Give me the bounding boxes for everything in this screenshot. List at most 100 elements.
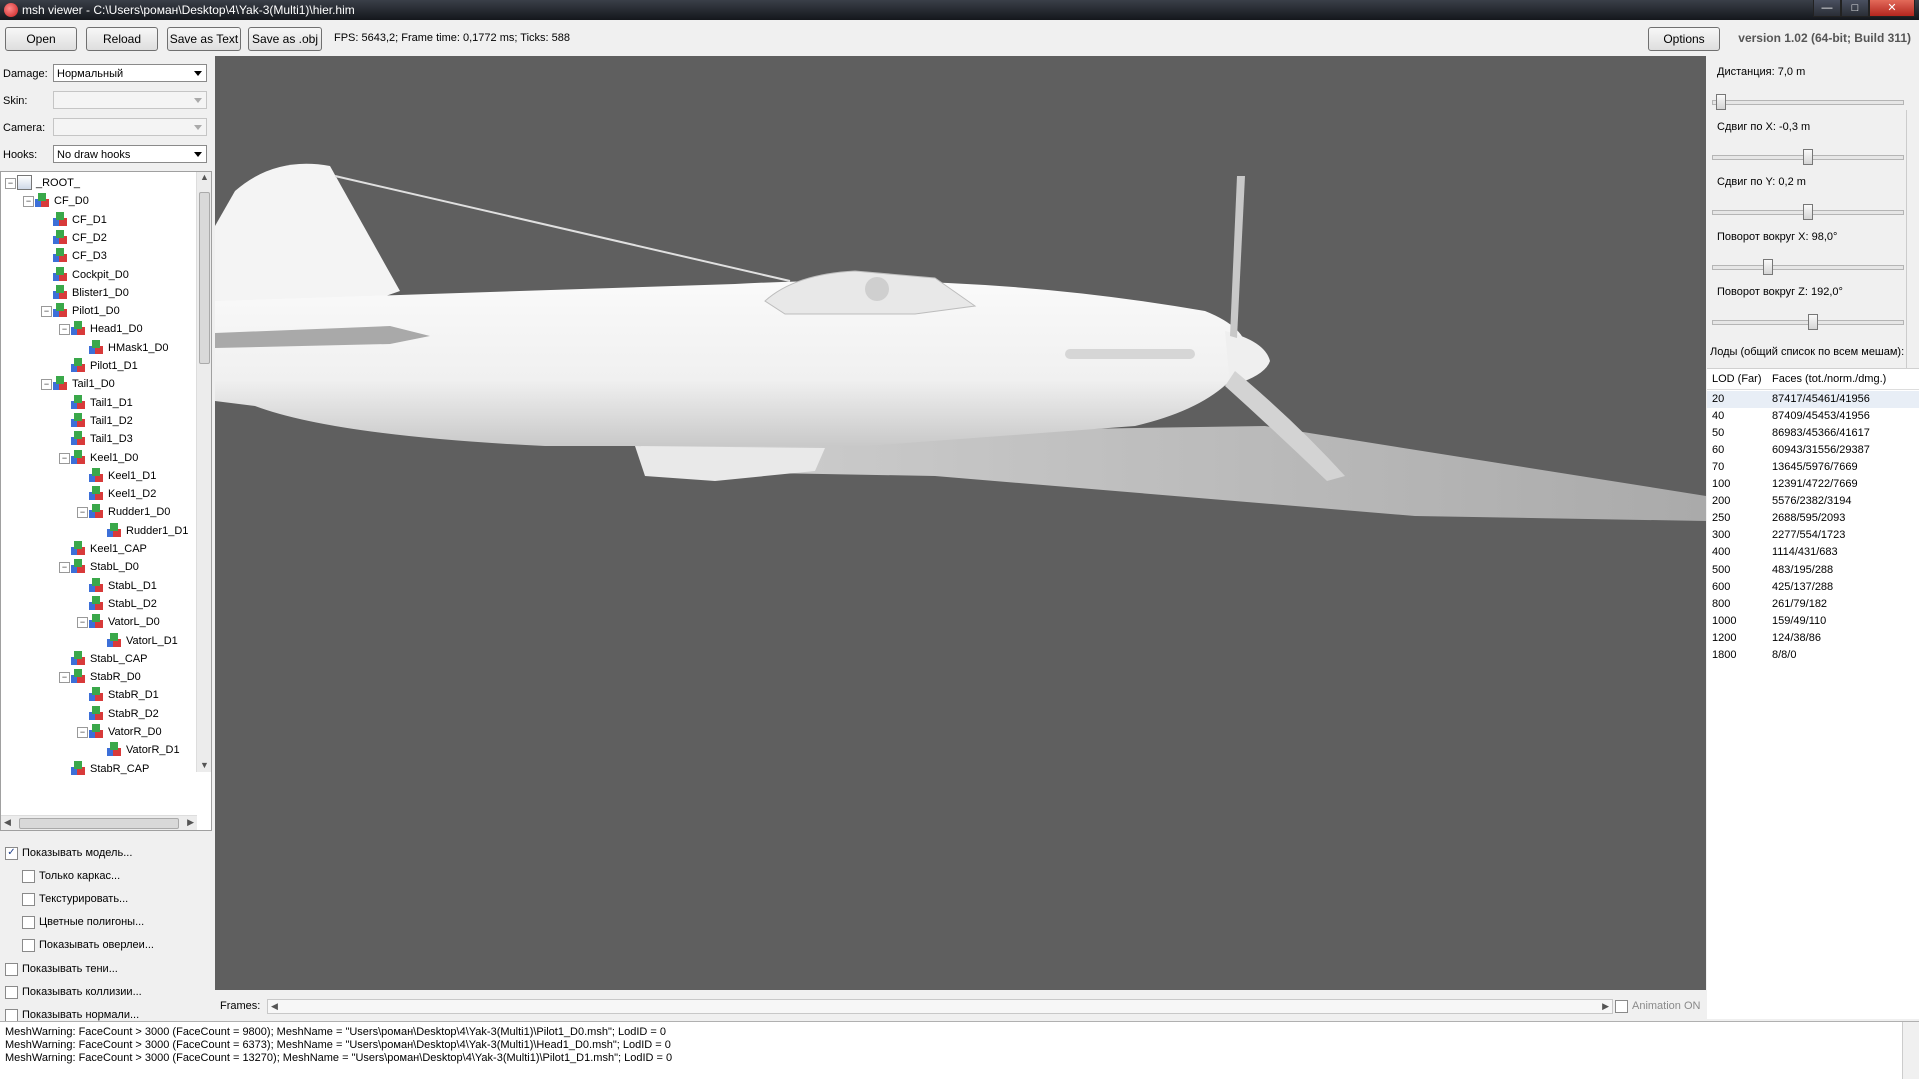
tree-hscroll-thumb[interactable] <box>19 818 179 829</box>
expand-collapse-icon[interactable]: − <box>23 196 34 208</box>
checkbox-box[interactable] <box>5 1008 18 1022</box>
expand-collapse-icon[interactable]: − <box>5 178 16 189</box>
tree-node-label: Pilot1_D0 <box>72 305 120 318</box>
camera-label: Camera: <box>3 122 46 134</box>
tree-horizontal-scrollbar[interactable]: ◀ ▶ <box>1 815 197 830</box>
table-row[interactable]: 1000 159/49/110 <box>1707 613 1919 630</box>
param-value: 7,0 m <box>1777 66 1806 78</box>
table-row[interactable]: 600 425/137/288 <box>1707 579 1919 596</box>
param-slider[interactable] <box>1712 149 1904 165</box>
slider-handle[interactable] <box>1803 204 1813 220</box>
params-scrollbar[interactable] <box>1906 110 1917 390</box>
table-row[interactable]: 500 483/195/288 <box>1707 562 1919 579</box>
camera-select[interactable] <box>53 118 207 136</box>
faces-column-header[interactable]: Faces (tot./norm./dmg.) <box>1772 373 1886 385</box>
chevron-down-icon <box>194 125 202 130</box>
3d-viewport[interactable] <box>215 56 1706 990</box>
param-slider[interactable] <box>1712 314 1904 330</box>
table-row[interactable]: 1800 8/8/0 <box>1707 647 1919 664</box>
table-row[interactable]: 50 86983/45366/41617 <box>1707 425 1919 442</box>
tree-vertical-scrollbar[interactable]: ▲ ▼ <box>196 172 211 772</box>
reload-button[interactable]: Reload <box>86 27 158 51</box>
param-slider[interactable] <box>1712 204 1904 220</box>
table-row[interactable]: 200 5576/2382/3194 <box>1707 493 1919 510</box>
scroll-left-icon[interactable]: ◀ <box>4 817 11 828</box>
tree-node-label: VatorL_D1 <box>126 634 178 647</box>
lod-cell: 1000 <box>1712 614 1737 627</box>
tree-scroll-thumb[interactable] <box>199 192 210 364</box>
table-row[interactable]: 20 87417/45461/41956 <box>1707 391 1919 408</box>
skin-select[interactable] <box>53 91 207 109</box>
lod-cell: 1800 <box>1712 648 1737 661</box>
expand-collapse-icon[interactable]: − <box>77 507 88 519</box>
param-slider[interactable] <box>1712 94 1904 110</box>
table-row[interactable]: 40 87409/45453/41956 <box>1707 408 1919 425</box>
checkbox-box[interactable] <box>5 985 18 999</box>
table-row[interactable]: 1200 124/38/86 <box>1707 630 1919 647</box>
mesh-hierarchy-tree[interactable]: ▲ ▼ ◀ ▶ − _ROOT_ − CF_D0 CF_D1 CF_D2 CF_D3 Cock… <box>0 171 212 831</box>
animation-checkbox[interactable] <box>1615 1000 1628 1013</box>
close-icon[interactable]: ✕ <box>1869 0 1915 17</box>
scroll-up-icon[interactable]: ▲ <box>200 172 209 182</box>
table-row[interactable]: 100 12391/4722/7669 <box>1707 476 1919 493</box>
lod-cell: 40 <box>1712 410 1725 423</box>
lod-table[interactable]: LOD (Far) Faces (tot./norm./dmg.) 20 8741… <box>1707 368 1919 1019</box>
tree-node-label: VatorL_D0 <box>108 616 160 629</box>
minimize-icon[interactable]: — <box>1813 0 1841 17</box>
checkbox-box[interactable] <box>5 962 18 976</box>
lod-column-header[interactable]: LOD (Far) <box>1712 373 1762 385</box>
mesh-cubes-icon <box>53 229 68 245</box>
faces-cell: 87409/45453/41956 <box>1772 410 1870 423</box>
lod-cell: 250 <box>1712 512 1731 525</box>
faces-cell: 261/79/182 <box>1772 597 1828 610</box>
mesh-cubes-icon <box>71 358 86 373</box>
expand-collapse-icon[interactable]: − <box>41 379 52 391</box>
lod-table-header: LOD (Far) Faces (tot./norm./dmg.) <box>1707 369 1919 390</box>
checkbox-box[interactable] <box>22 893 35 907</box>
expand-collapse-icon[interactable]: − <box>41 306 52 318</box>
slider-handle[interactable] <box>1808 314 1818 330</box>
open-button[interactable]: Open <box>5 27 77 51</box>
scroll-right-icon[interactable]: ▶ <box>187 817 194 828</box>
checkbox-box[interactable] <box>22 870 35 884</box>
table-row[interactable]: 400 1114/431/683 <box>1707 544 1919 561</box>
slider-handle[interactable] <box>1803 149 1813 165</box>
checkmark-icon[interactable]: ✓ <box>5 847 18 860</box>
param-slider[interactable] <box>1712 259 1904 275</box>
checkbox-box[interactable] <box>22 939 35 953</box>
tree-node-label: CF_D2 <box>72 231 107 244</box>
scroll-down-icon[interactable]: ▼ <box>200 760 209 770</box>
scroll-left-icon[interactable]: ◀ <box>271 1001 278 1012</box>
table-row[interactable]: 300 2277/554/1723 <box>1707 527 1919 544</box>
param-label: Сдвиг по Y: <box>1717 176 1776 188</box>
hooks-select[interactable]: No draw hooks <box>53 145 207 163</box>
table-row[interactable]: 60 60943/31556/29387 <box>1707 442 1919 459</box>
expand-collapse-icon[interactable]: − <box>59 562 70 574</box>
checkbox-box[interactable] <box>22 916 35 930</box>
scroll-right-icon[interactable]: ▶ <box>1602 1001 1609 1012</box>
options-button[interactable]: Options <box>1648 27 1720 51</box>
maximize-icon[interactable]: □ <box>1841 0 1869 17</box>
table-row[interactable]: 800 261/79/182 <box>1707 596 1919 613</box>
expand-collapse-icon[interactable]: − <box>59 452 70 464</box>
expand-collapse-icon[interactable]: − <box>59 672 70 684</box>
lod-cell: 300 <box>1712 529 1731 542</box>
log-scrollbar[interactable] <box>1902 1022 1919 1079</box>
save-as-obj-button[interactable]: Save as .obj <box>248 27 322 51</box>
tree-node-label: Pilot1_D1 <box>90 360 138 372</box>
table-row[interactable]: 70 13645/5976/7669 <box>1707 459 1919 476</box>
fps-readout: FPS: 5643,2; Frame time: 0,1772 ms; Tick… <box>334 32 570 44</box>
slider-handle[interactable] <box>1763 259 1773 275</box>
expand-collapse-icon[interactable]: − <box>59 324 70 336</box>
mesh-cubes-icon <box>107 742 122 757</box>
window-title: msh viewer - C:\Users\роман\Desktop\4\Ya… <box>22 3 355 17</box>
frames-slider[interactable]: ◀ ▶ <box>267 999 1613 1014</box>
expand-collapse-icon[interactable]: − <box>77 617 88 629</box>
mesh-cubes-icon <box>89 614 104 629</box>
table-row[interactable]: 250 2688/595/2093 <box>1707 510 1919 527</box>
damage-select[interactable]: Нормальный <box>53 64 207 82</box>
slider-handle[interactable] <box>1716 94 1726 110</box>
tree-node-label: CF_D0 <box>54 195 89 208</box>
expand-collapse-icon[interactable]: − <box>77 727 88 738</box>
save-as-text-button[interactable]: Save as Text <box>167 27 241 51</box>
